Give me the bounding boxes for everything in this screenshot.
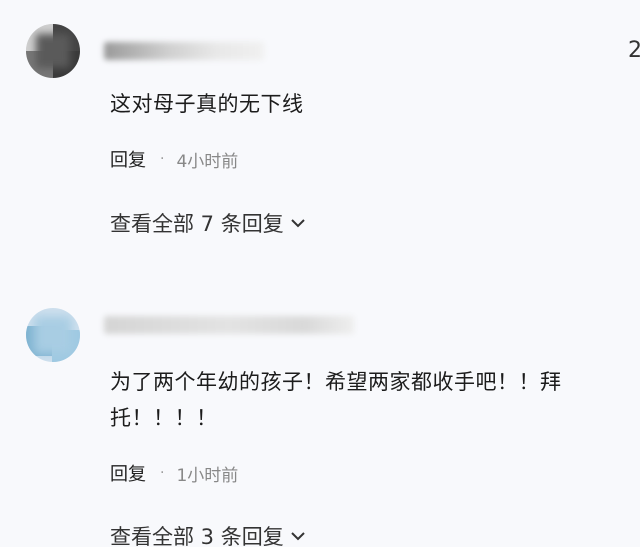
separator-dot: · [160,465,165,481]
comment-meta: 回复 · 4小时前 [110,146,238,172]
chevron-down-icon [291,532,305,541]
comment-text: 为了两个年幼的孩子！希望两家都收手吧！！拜 托！！！！ [110,364,562,436]
comment-item: 2 这对母子真的无下线 回复 · 4小时前 查看全部 7 条回复 [0,0,640,260]
username-blurred[interactable] [104,316,354,334]
timestamp: 1小时前 [176,465,239,486]
comment-meta: 回复 · 1小时前 [110,460,238,486]
chevron-down-icon [291,219,305,228]
avatar[interactable] [26,24,80,78]
comment-text-line: 为了两个年幼的孩子！希望两家都收手吧！！拜 [110,370,562,394]
username-blurred[interactable] [104,42,264,60]
like-count: 2 [628,38,640,63]
timestamp: 4小时前 [176,151,239,172]
view-all-replies-label: 查看全部 3 条回复 [110,525,284,547]
comment-item: 为了两个年幼的孩子！希望两家都收手吧！！拜 托！！！！ 回复 · 1小时前 查看… [0,260,640,547]
view-all-replies-button[interactable]: 查看全部 7 条回复 [110,208,306,238]
reply-button[interactable]: 回复 [110,460,146,486]
view-all-replies-label: 查看全部 7 条回复 [110,212,284,236]
separator-dot: · [160,151,165,167]
comment-text: 这对母子真的无下线 [110,92,304,116]
comment-list: 2 这对母子真的无下线 回复 · 4小时前 查看全部 7 条回复 为了两个年幼的… [0,0,640,547]
avatar[interactable] [26,308,80,362]
view-all-replies-button[interactable]: 查看全部 3 条回复 [110,521,306,547]
comment-text-line: 托！！！！ [110,406,218,430]
reply-button[interactable]: 回复 [110,146,146,172]
